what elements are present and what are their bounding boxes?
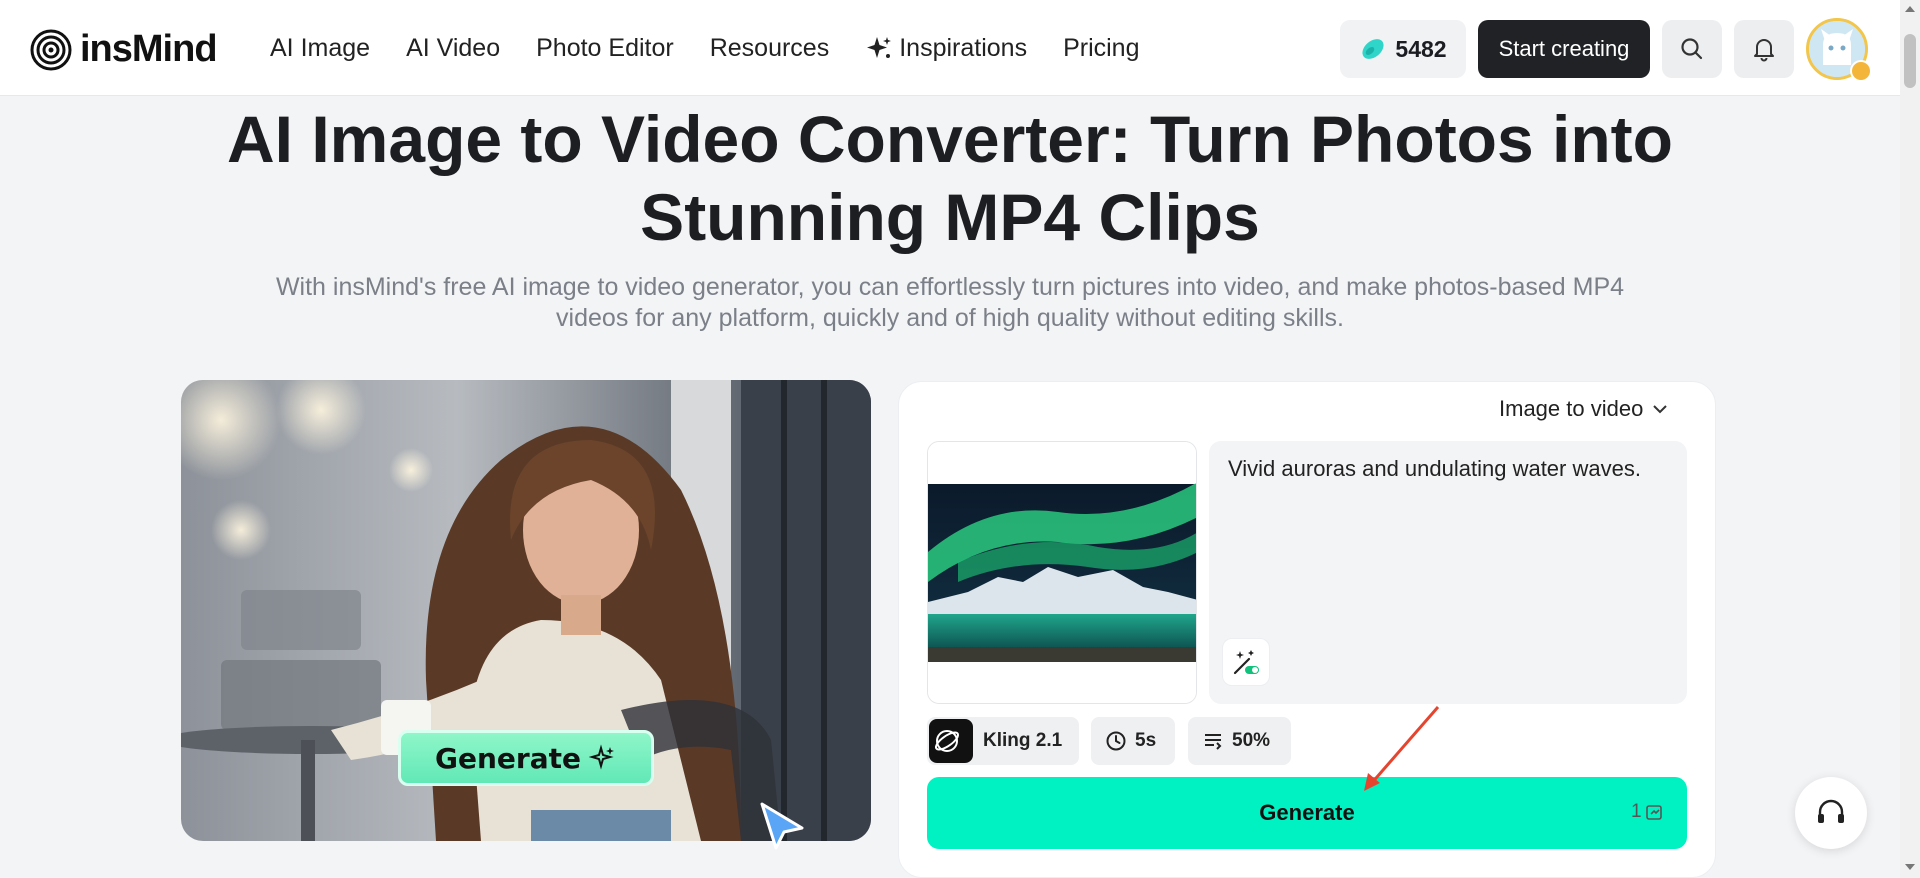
strength-selector[interactable]: 50% <box>1188 717 1291 765</box>
scroll-down-arrow[interactable] <box>1905 864 1915 870</box>
magic-enhance-icon <box>1233 650 1259 675</box>
logo-text: insMind <box>80 28 218 70</box>
nav-resources[interactable]: Resources <box>710 34 830 63</box>
kling-model-icon <box>929 719 973 763</box>
page-title: AI Image to Video Converter: Turn Photos… <box>200 100 1700 256</box>
cost-value: 1 <box>1631 801 1642 822</box>
search-button[interactable] <box>1662 20 1722 78</box>
nav-inspirations[interactable]: Inspirations <box>865 34 1027 63</box>
generate-label: Generate <box>1259 800 1355 825</box>
chevron-down-icon <box>1653 405 1668 414</box>
model-label: Kling 2.1 <box>983 730 1063 751</box>
sparkle-icon <box>867 37 892 58</box>
uploaded-image[interactable] <box>927 441 1197 704</box>
enhance-prompt-button[interactable] <box>1222 638 1270 686</box>
main-nav: AI Image AI Video Photo Editor Resources… <box>270 0 1176 96</box>
page-scrollbar[interactable] <box>1900 0 1920 878</box>
sample-generate-label: Generate <box>435 741 581 775</box>
strength-label: 50% <box>1232 730 1271 751</box>
pointer-cursor-icon <box>760 802 804 850</box>
nav-ai-video[interactable]: AI Video <box>406 34 500 63</box>
clock-icon <box>1106 731 1126 751</box>
list-settings-icon <box>1205 734 1222 750</box>
sparkle-icon <box>588 744 614 770</box>
start-creating-button[interactable]: Start creating <box>1478 20 1650 78</box>
search-icon <box>1681 38 1703 60</box>
subtitle-line-2: videos for any platform, quickly and of … <box>556 304 1344 332</box>
nav-pricing[interactable]: Pricing <box>1063 34 1139 63</box>
title-line-1: AI Image to Video Converter: Turn Photos… <box>227 102 1673 176</box>
mode-dropdown[interactable]: Image to video <box>1499 396 1669 422</box>
generate-cost: 1 <box>1631 801 1665 823</box>
bell-icon <box>1754 39 1774 62</box>
notifications-button[interactable] <box>1734 20 1794 78</box>
cost-icon <box>1645 805 1662 820</box>
duration-label: 5s <box>1135 730 1157 751</box>
credits-value: 5482 <box>1395 35 1447 62</box>
vip-badge <box>1850 60 1872 82</box>
sample-generate-button: Generate <box>398 730 654 786</box>
nav-inspirations-label: Inspirations <box>899 33 1028 62</box>
page-subtitle: With insMind's free AI image to video ge… <box>230 272 1670 334</box>
duration-selector[interactable]: 5s <box>1091 717 1175 765</box>
scroll-up-arrow[interactable] <box>1905 6 1915 12</box>
top-navbar: insMind AI Image AI Video Photo Editor R… <box>0 0 1900 96</box>
nav-photo-editor[interactable]: Photo Editor <box>536 34 674 63</box>
prompt-text[interactable]: Vivid auroras and undulating water waves… <box>1228 456 1641 482</box>
insmind-logo[interactable]: insMind <box>30 28 218 71</box>
nav-ai-image[interactable]: AI Image <box>270 34 370 63</box>
headset-icon <box>1818 799 1844 823</box>
generate-button[interactable]: Generate <box>927 777 1687 849</box>
subtitle-line-1: With insMind's free AI image to video ge… <box>275 273 1625 301</box>
mode-label: Image to video <box>1499 396 1644 421</box>
aurora-image <box>928 442 1196 703</box>
scroll-thumb[interactable] <box>1904 34 1916 88</box>
insmind-logo-icon <box>30 29 72 70</box>
customer-support-button[interactable] <box>1795 777 1867 849</box>
credit-bean-icon <box>1362 39 1384 59</box>
credits-counter[interactable]: 5482 <box>1340 20 1466 78</box>
model-selector[interactable]: Kling 2.1 <box>927 717 1079 765</box>
red-arrow-annotation <box>1364 706 1440 791</box>
title-line-2: Stunning MP4 Clips <box>640 180 1260 254</box>
